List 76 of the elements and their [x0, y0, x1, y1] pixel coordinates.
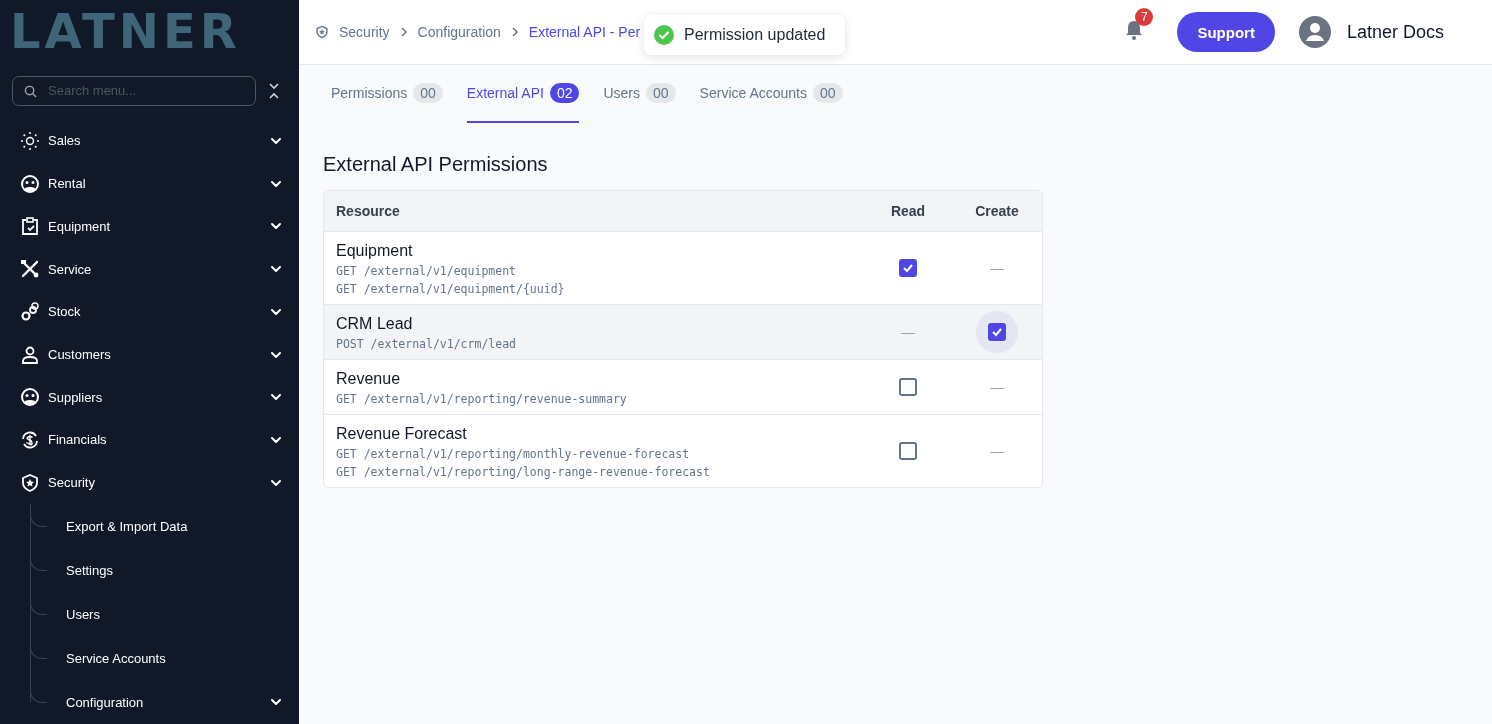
- support-button[interactable]: Support: [1177, 12, 1275, 52]
- dollar-cycle-icon: [20, 429, 40, 450]
- breadcrumb-link[interactable]: External API - Per: [528, 24, 641, 40]
- toast-message: Permission updated: [684, 26, 826, 44]
- resource-name: Revenue: [336, 370, 402, 388]
- section-title: External API Permissions: [323, 153, 549, 176]
- resource-name: Equipment: [336, 242, 414, 260]
- tab-label: External API: [466, 85, 544, 101]
- menu-item[interactable]: Financials: [0, 418, 299, 462]
- count-badge: 00: [813, 83, 843, 103]
- collapse-expand-icon[interactable]: [268, 81, 280, 100]
- breadcrumb-link[interactable]: Security: [339, 24, 390, 40]
- not-applicable-dash: —: [990, 443, 1004, 459]
- tab[interactable]: Users 00: [603, 65, 676, 123]
- bell-icon[interactable]: [1125, 20, 1144, 40]
- face-icon: [20, 173, 40, 194]
- tab[interactable]: Permissions 00: [331, 65, 443, 123]
- submenu-item[interactable]: Settings: [30, 548, 299, 593]
- checkbox[interactable]: [899, 378, 917, 396]
- menu-item[interactable]: Equipment: [0, 205, 299, 248]
- person-icon: [20, 344, 40, 365]
- checkmark-icon: [902, 262, 914, 274]
- endpoint-path: GET /external/v1/reporting/long-range-revenue-forecast: [336, 465, 711, 479]
- resource-name: Revenue Forecast: [336, 425, 468, 443]
- checkmark-icon: [991, 326, 1003, 338]
- menu-item[interactable]: Stock: [0, 290, 299, 334]
- tab-label: Permissions: [331, 85, 408, 101]
- chevron-right-icon: [399, 27, 408, 37]
- logo: LATNER: [10, 6, 241, 55]
- avatar-icon[interactable]: [1298, 16, 1331, 48]
- column-header: Create: [974, 203, 1020, 219]
- shield-star-icon: [315, 25, 329, 39]
- gears-icon: [20, 301, 40, 322]
- checkbox[interactable]: [899, 259, 917, 277]
- tab-label: Service Accounts: [699, 85, 807, 101]
- search-icon: [24, 84, 37, 98]
- submenu-item[interactable]: Users: [30, 592, 299, 637]
- submenu-item[interactable]: Configuration: [30, 680, 299, 724]
- endpoint-path: GET /external/v1/reporting/monthly-revenue-forecast: [336, 447, 691, 461]
- count-badge: 00: [646, 83, 676, 103]
- resource-name: CRM Lead: [336, 315, 414, 333]
- tab-label: Users: [603, 85, 640, 101]
- endpoint-path: POST /external/v1/crm/lead: [336, 337, 517, 351]
- menu-item[interactable]: Service: [0, 247, 299, 291]
- checkbox[interactable]: [988, 323, 1006, 341]
- column-header: Read: [889, 203, 927, 219]
- checkbox[interactable]: [899, 442, 917, 460]
- tab[interactable]: External API 02: [466, 65, 580, 123]
- tools-icon: [20, 259, 40, 280]
- count-badge: 00: [413, 83, 443, 103]
- shield-star-icon: [20, 472, 40, 493]
- tab[interactable]: Service Accounts 00: [699, 65, 843, 123]
- menu-item[interactable]: Sales: [0, 119, 299, 163]
- breadcrumb-link[interactable]: Configuration: [417, 24, 501, 40]
- menu-item[interactable]: Customers: [0, 333, 299, 376]
- search-field[interactable]: Search menu...: [12, 75, 256, 106]
- face-icon: [20, 387, 40, 408]
- not-applicable-dash: —: [990, 379, 1004, 395]
- sparkle-icon: [20, 130, 40, 151]
- endpoint-path: GET /external/v1/equipment: [336, 264, 517, 278]
- notification-count: 7: [1135, 8, 1154, 26]
- submenu-item[interactable]: Service Accounts: [30, 636, 299, 681]
- column-header: Resource: [335, 203, 401, 219]
- endpoint-path: GET /external/v1/equipment/{uuid}: [336, 282, 566, 296]
- not-applicable-dash: —: [901, 324, 915, 340]
- not-applicable-dash: —: [990, 260, 1004, 276]
- menu-item[interactable]: Rental: [0, 162, 299, 205]
- clipboard-check-icon: [20, 216, 40, 237]
- check-circle-icon: [654, 25, 674, 45]
- user-name[interactable]: Latner Docs: [1346, 21, 1444, 43]
- count-badge: 02: [549, 83, 580, 103]
- chevron-right-icon: [510, 27, 519, 37]
- menu-item[interactable]: Suppliers: [0, 375, 299, 419]
- submenu-item[interactable]: Export & Import Data: [30, 504, 299, 549]
- endpoint-path: GET /external/v1/reporting/revenue-summary: [336, 392, 628, 406]
- menu-item[interactable]: Security: [0, 461, 299, 505]
